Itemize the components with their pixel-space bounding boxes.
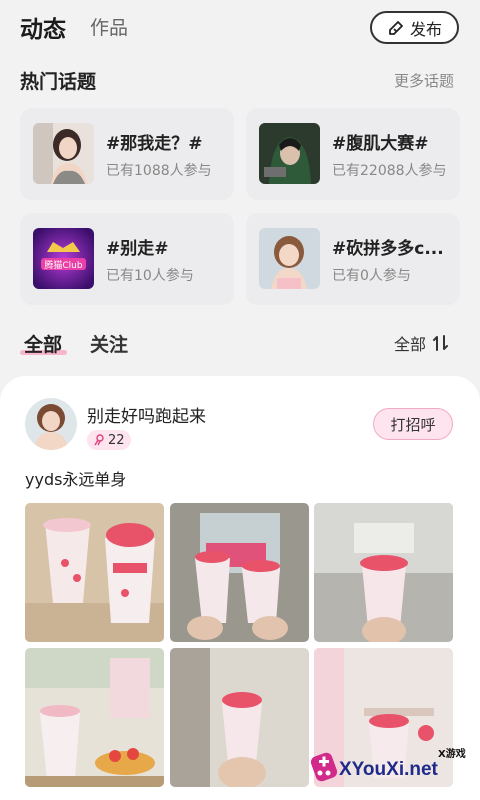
topic-thumbnail — [259, 123, 320, 184]
hot-topics-title: 热门话题 — [20, 71, 97, 93]
post-photo[interactable] — [170, 503, 309, 642]
topic-name: #腹肌大赛# — [332, 134, 429, 154]
topic-participants: 已有22088人参与 — [332, 163, 447, 179]
gamepad-logo-icon — [310, 752, 338, 782]
filter-tab-all[interactable]: 全部 — [24, 330, 62, 357]
topic-participants: 已有1088人参与 — [106, 163, 212, 179]
sort-dropdown[interactable]: 全部 — [394, 331, 450, 355]
medal-icon — [94, 434, 104, 446]
filter-tab-follow[interactable]: 关注 — [90, 330, 128, 357]
post-username[interactable]: 别走好吗跑起来 — [87, 402, 206, 427]
post-photo[interactable] — [25, 503, 164, 642]
topic-participants: 已有10人参与 — [106, 268, 194, 284]
topic-name: #那我走？# — [106, 134, 203, 154]
topic-name: #砍拼多多c... — [332, 239, 444, 259]
watermark-text: XYouXi.net — [339, 759, 438, 780]
topic-thumbnail: 腾猫Club — [33, 228, 94, 289]
post-text: yyds永远单身 — [25, 470, 127, 489]
topic-thumbnail — [33, 123, 94, 184]
top-bar: 动态 作品 发布 — [0, 0, 480, 55]
topic-participants: 已有0人参与 — [332, 268, 411, 284]
sort-icon — [433, 335, 449, 351]
tab-dynamic[interactable]: 动态 — [20, 10, 66, 44]
club-logo-text: 腾猫Club — [44, 259, 82, 271]
greet-button[interactable]: 打招呼 — [373, 408, 453, 440]
post-photo[interactable] — [314, 503, 453, 642]
badge-count: 22 — [108, 432, 125, 448]
edit-icon — [389, 20, 403, 35]
publish-button[interactable]: 发布 — [370, 11, 459, 44]
post-photo[interactable] — [170, 648, 309, 787]
more-topics-link[interactable]: 更多话题 — [394, 70, 454, 91]
level-badge: 22 — [87, 430, 131, 450]
publish-label: 发布 — [409, 19, 442, 39]
site-watermark: X游戏 XYouXi.net — [305, 742, 475, 792]
topic-thumbnail — [259, 228, 320, 289]
topic-card[interactable]: #那我走？# 已有1088人参与 — [20, 108, 234, 200]
topic-card[interactable]: #腹肌大赛# 已有22088人参与 — [246, 108, 460, 200]
topic-name: #别走# — [106, 239, 169, 259]
post-photo[interactable] — [25, 648, 164, 787]
topic-card[interactable]: #砍拼多多c... 已有0人参与 — [246, 213, 460, 305]
topic-card[interactable]: 腾猫Club #别走# 已有10人参与 — [20, 213, 234, 305]
avatar[interactable] — [25, 398, 77, 450]
sort-label: 全部 — [394, 335, 427, 354]
tab-works[interactable]: 作品 — [90, 13, 128, 40]
watermark-small-text: X游戏 — [438, 749, 466, 760]
